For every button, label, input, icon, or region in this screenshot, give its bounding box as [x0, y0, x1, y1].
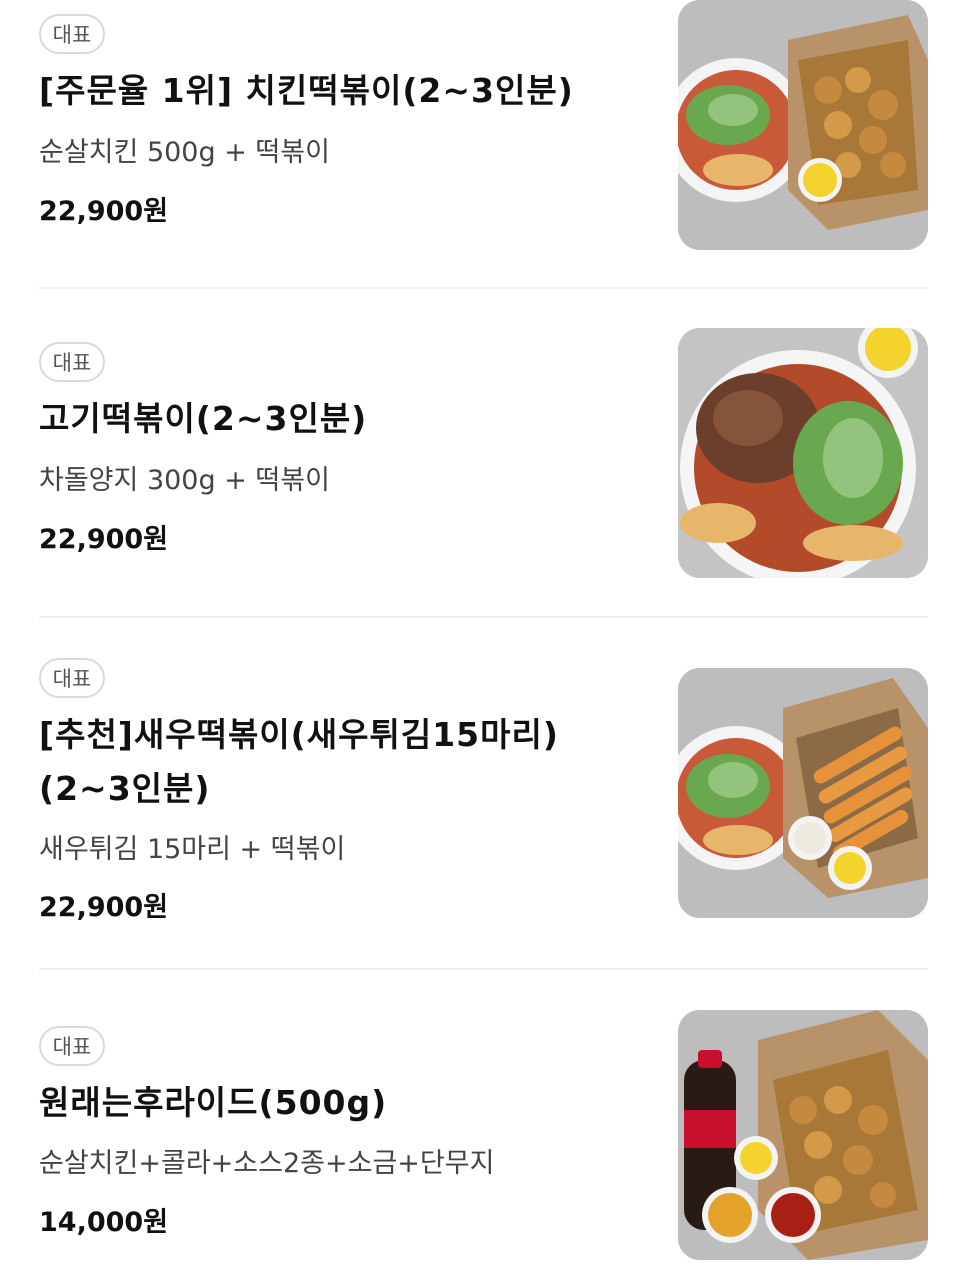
menu-item-description: 차돌양지 300g + 떡볶이	[39, 465, 330, 496]
menu-item[interactable]: 대표 [추천]새우떡볶이(새우튀김15마리)(2~3인분) 새우튀김 15마리 …	[0, 658, 966, 968]
menu-item-description: 순살치킨 500g + 떡볶이	[39, 137, 330, 168]
menu-item[interactable]: 대표 원래는후라이드(500g) 순살치킨+콜라+소스2종+소금+단무지 14,…	[0, 1010, 966, 1286]
menu-item[interactable]: 대표 고기떡볶이(2~3인분) 차돌양지 300g + 떡볶이 22,900원	[0, 328, 966, 618]
menu-item-price: 22,900원	[39, 892, 169, 923]
menu-item-price: 22,900원	[39, 524, 169, 555]
menu-item-photo	[678, 328, 928, 578]
menu-item-title: [주문율 1위] 치킨떡볶이(2~3인분)	[39, 71, 574, 110]
menu-item[interactable]: 대표 [주문율 1위] 치킨떡볶이(2~3인분) 순살치킨 500g + 떡볶이…	[0, 0, 966, 288]
menu-item-photo	[678, 1010, 928, 1260]
divider	[39, 968, 928, 970]
divider	[39, 287, 928, 289]
menu-item-description: 순살치킨+콜라+소스2종+소금+단무지	[39, 1148, 495, 1179]
signature-badge: 대표	[39, 14, 105, 54]
menu-item-price: 22,900원	[39, 196, 169, 227]
signature-badge: 대표	[39, 342, 105, 382]
menu-item-photo	[678, 668, 928, 918]
menu-item-description: 새우튀김 15마리 + 떡볶이	[39, 834, 346, 865]
divider	[39, 616, 928, 618]
signature-badge: 대표	[39, 1026, 105, 1066]
menu-item-price: 14,000원	[39, 1207, 169, 1238]
menu-item-title: 고기떡볶이(2~3인분)	[39, 399, 368, 438]
menu-item-title: 원래는후라이드(500g)	[39, 1083, 388, 1122]
menu-item-title: [추천]새우떡볶이(새우튀김15마리)(2~3인분)	[39, 715, 559, 808]
menu-item-photo	[678, 0, 928, 250]
signature-badge: 대표	[39, 658, 105, 698]
